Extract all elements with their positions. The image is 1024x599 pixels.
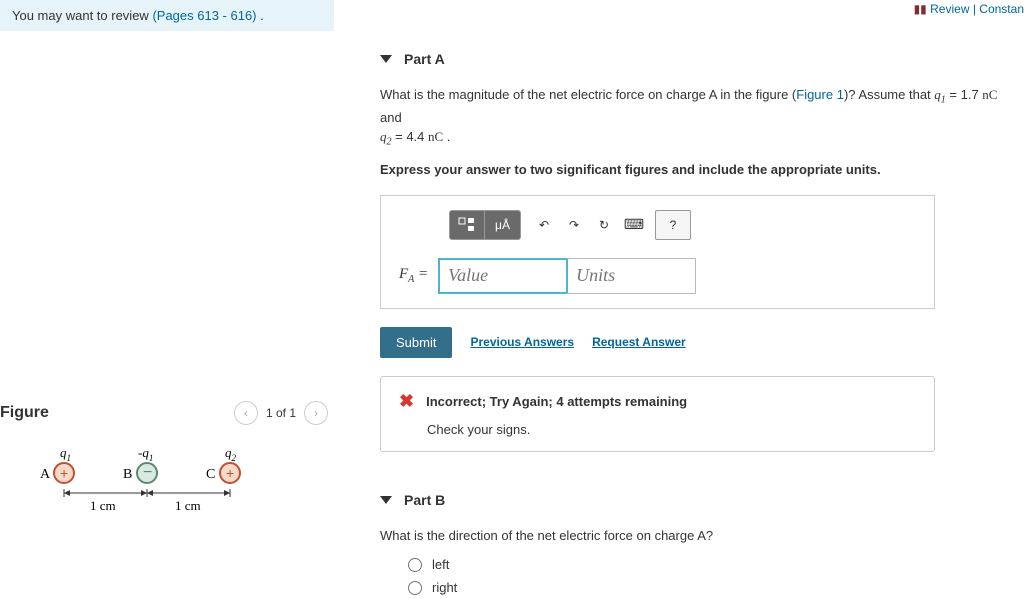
part-b-question: What is the direction of the net electri…	[380, 526, 1014, 546]
answer-box: μÅ ↶ ↷ ↻ ⌨ ? FA =	[380, 195, 935, 309]
review-hint: You may want to review (Pages 613 - 616)…	[0, 0, 334, 31]
svg-text:-q1: -q1	[138, 445, 153, 463]
pages-link[interactable]: (Pages 613 - 616)	[152, 8, 256, 23]
template-button[interactable]	[449, 210, 485, 240]
figure-1-link[interactable]: Figure 1	[796, 87, 844, 102]
svg-text:B: B	[123, 467, 132, 482]
top-links: ▮▮ Review | Constan	[914, 2, 1024, 16]
feedback-message: Check your signs.	[427, 422, 916, 437]
collapse-icon	[380, 496, 392, 504]
radio-left[interactable]	[408, 558, 422, 572]
value-input[interactable]	[438, 258, 568, 294]
svg-text:q2: q2	[225, 445, 237, 463]
fa-label: FA =	[399, 266, 428, 285]
request-answer-link[interactable]: Request Answer	[592, 335, 686, 349]
units-input[interactable]	[566, 258, 696, 294]
svg-text:1 cm: 1 cm	[90, 498, 116, 513]
undo-button[interactable]: ↶	[529, 210, 559, 240]
radio-right[interactable]	[408, 581, 422, 595]
part-a-instruction: Express your answer to two significant f…	[380, 162, 1014, 177]
figure-title: Figure	[0, 404, 49, 422]
svg-text:+: +	[60, 465, 68, 481]
part-a-question: What is the magnitude of the net electri…	[380, 85, 1014, 150]
figure-counter: 1 of 1	[266, 406, 296, 420]
previous-answers-link[interactable]: Previous Answers	[470, 335, 574, 349]
part-b-header[interactable]: Part B	[380, 492, 1014, 508]
review-link[interactable]: Review	[930, 2, 969, 16]
radio-right-label: right	[432, 580, 457, 595]
part-a-title: Part A	[404, 51, 445, 67]
svg-text:+: +	[226, 465, 234, 481]
part-a-header[interactable]: Part A	[380, 51, 1014, 67]
svg-text:C: C	[206, 467, 215, 482]
reset-button[interactable]: ↻	[589, 210, 619, 240]
units-button[interactable]: μÅ	[485, 210, 521, 240]
figure-prev-button[interactable]: ‹	[234, 401, 258, 425]
svg-text:−: −	[143, 464, 152, 481]
constants-link[interactable]: Constan	[979, 2, 1024, 16]
figure-diagram: q1 -q1 q2 A + B − C + 1 cm	[30, 445, 300, 525]
redo-button[interactable]: ↷	[559, 210, 589, 240]
svg-text:1 cm: 1 cm	[175, 498, 201, 513]
keyboard-button[interactable]: ⌨	[619, 210, 649, 240]
submit-button[interactable]: Submit	[380, 327, 452, 358]
svg-text:A: A	[40, 467, 51, 482]
svg-text:q1: q1	[60, 445, 71, 463]
collapse-icon	[380, 55, 392, 63]
feedback-box: ✖ Incorrect; Try Again; 4 attempts remai…	[380, 376, 935, 452]
radio-left-label: left	[432, 557, 449, 572]
figure-next-button[interactable]: ›	[304, 401, 328, 425]
incorrect-icon: ✖	[399, 391, 414, 412]
part-b-title: Part B	[404, 492, 445, 508]
bookmark-icon: ▮▮	[914, 2, 927, 16]
help-button[interactable]: ?	[655, 210, 691, 240]
feedback-title: Incorrect; Try Again; 4 attempts remaini…	[426, 394, 687, 409]
